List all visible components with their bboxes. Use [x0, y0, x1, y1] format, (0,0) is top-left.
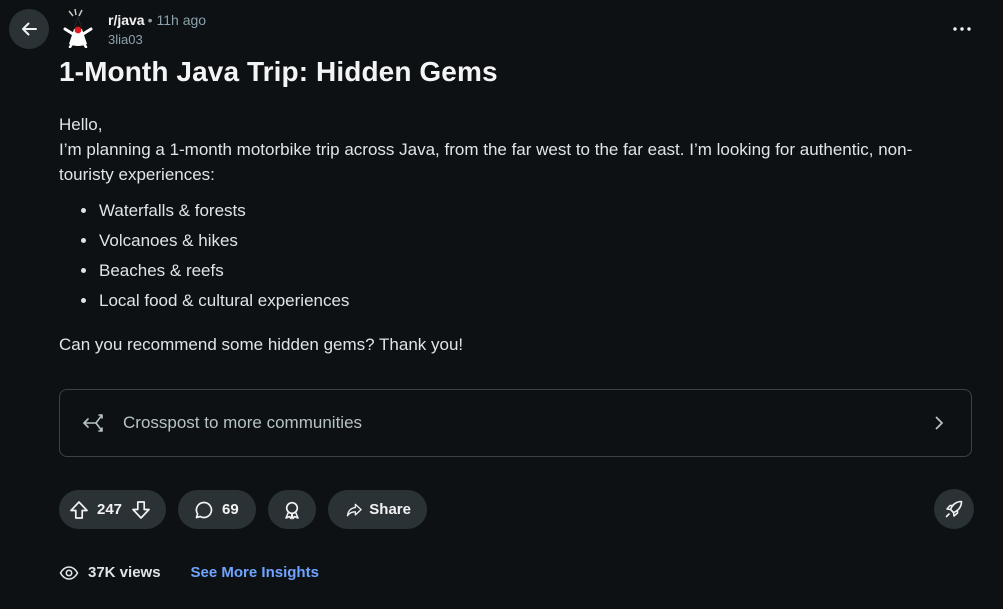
see-more-insights-link[interactable]: See More Insights — [191, 564, 319, 581]
post-bullet-list: Waterfalls & forests Volcanoes & hikes B… — [59, 196, 959, 316]
post-timestamp: 11h ago — [156, 12, 207, 28]
list-item: Waterfalls & forests — [98, 196, 959, 226]
crosspost-label: Crosspost to more communities — [123, 413, 363, 432]
action-bar: 247 69 Share — [59, 490, 427, 529]
share-button[interactable]: Share — [328, 490, 427, 529]
crosspost-button[interactable]: Crosspost to more communities — [59, 389, 972, 457]
post-meta: r/java • 11h ago 3lia03 — [108, 11, 206, 49]
post-intro: I’m planning a 1-month motorbike trip ac… — [59, 140, 913, 184]
vote-control: 247 — [59, 490, 166, 529]
comments-button[interactable]: 69 — [178, 490, 256, 529]
promote-button[interactable] — [934, 489, 974, 529]
more-options-button[interactable] — [950, 19, 974, 39]
post-greeting: Hello, — [59, 115, 103, 134]
share-icon — [346, 503, 362, 516]
vote-score: 247 — [97, 501, 123, 518]
post-title: 1-Month Java Trip: Hidden Gems — [59, 56, 498, 87]
list-item: Local food & cultural experiences — [98, 286, 959, 316]
comment-icon — [195, 501, 213, 518]
upvote-icon[interactable] — [69, 500, 89, 520]
list-item: Volcanoes & hikes — [98, 226, 959, 256]
meta-separator: • — [147, 12, 153, 28]
subreddit-link[interactable]: r/java — [108, 12, 145, 28]
arrow-left-icon — [22, 22, 37, 36]
back-button[interactable] — [9, 9, 49, 49]
list-item: Beaches & reefs — [98, 256, 959, 286]
eye-icon — [59, 565, 79, 580]
rocket-icon — [945, 500, 963, 518]
subreddit-avatar[interactable] — [63, 8, 97, 48]
share-label: Share — [369, 501, 411, 518]
award-icon — [285, 501, 299, 519]
post-closing: Can you recommend some hidden gems? Than… — [59, 335, 464, 354]
post-body: Hello, I’m planning a 1-month motorbike … — [59, 112, 959, 357]
crosspost-icon — [83, 414, 103, 432]
chevron-right-icon — [935, 416, 943, 430]
downvote-icon[interactable] — [131, 500, 151, 520]
comment-count: 69 — [222, 501, 239, 518]
post-insights: 37K views See More Insights — [59, 564, 319, 581]
author-link[interactable]: 3lia03 — [108, 31, 206, 49]
more-horizontal-icon — [953, 27, 971, 31]
view-count: 37K views — [88, 564, 161, 581]
duke-mascot-icon — [63, 8, 93, 48]
award-button[interactable] — [268, 490, 316, 529]
